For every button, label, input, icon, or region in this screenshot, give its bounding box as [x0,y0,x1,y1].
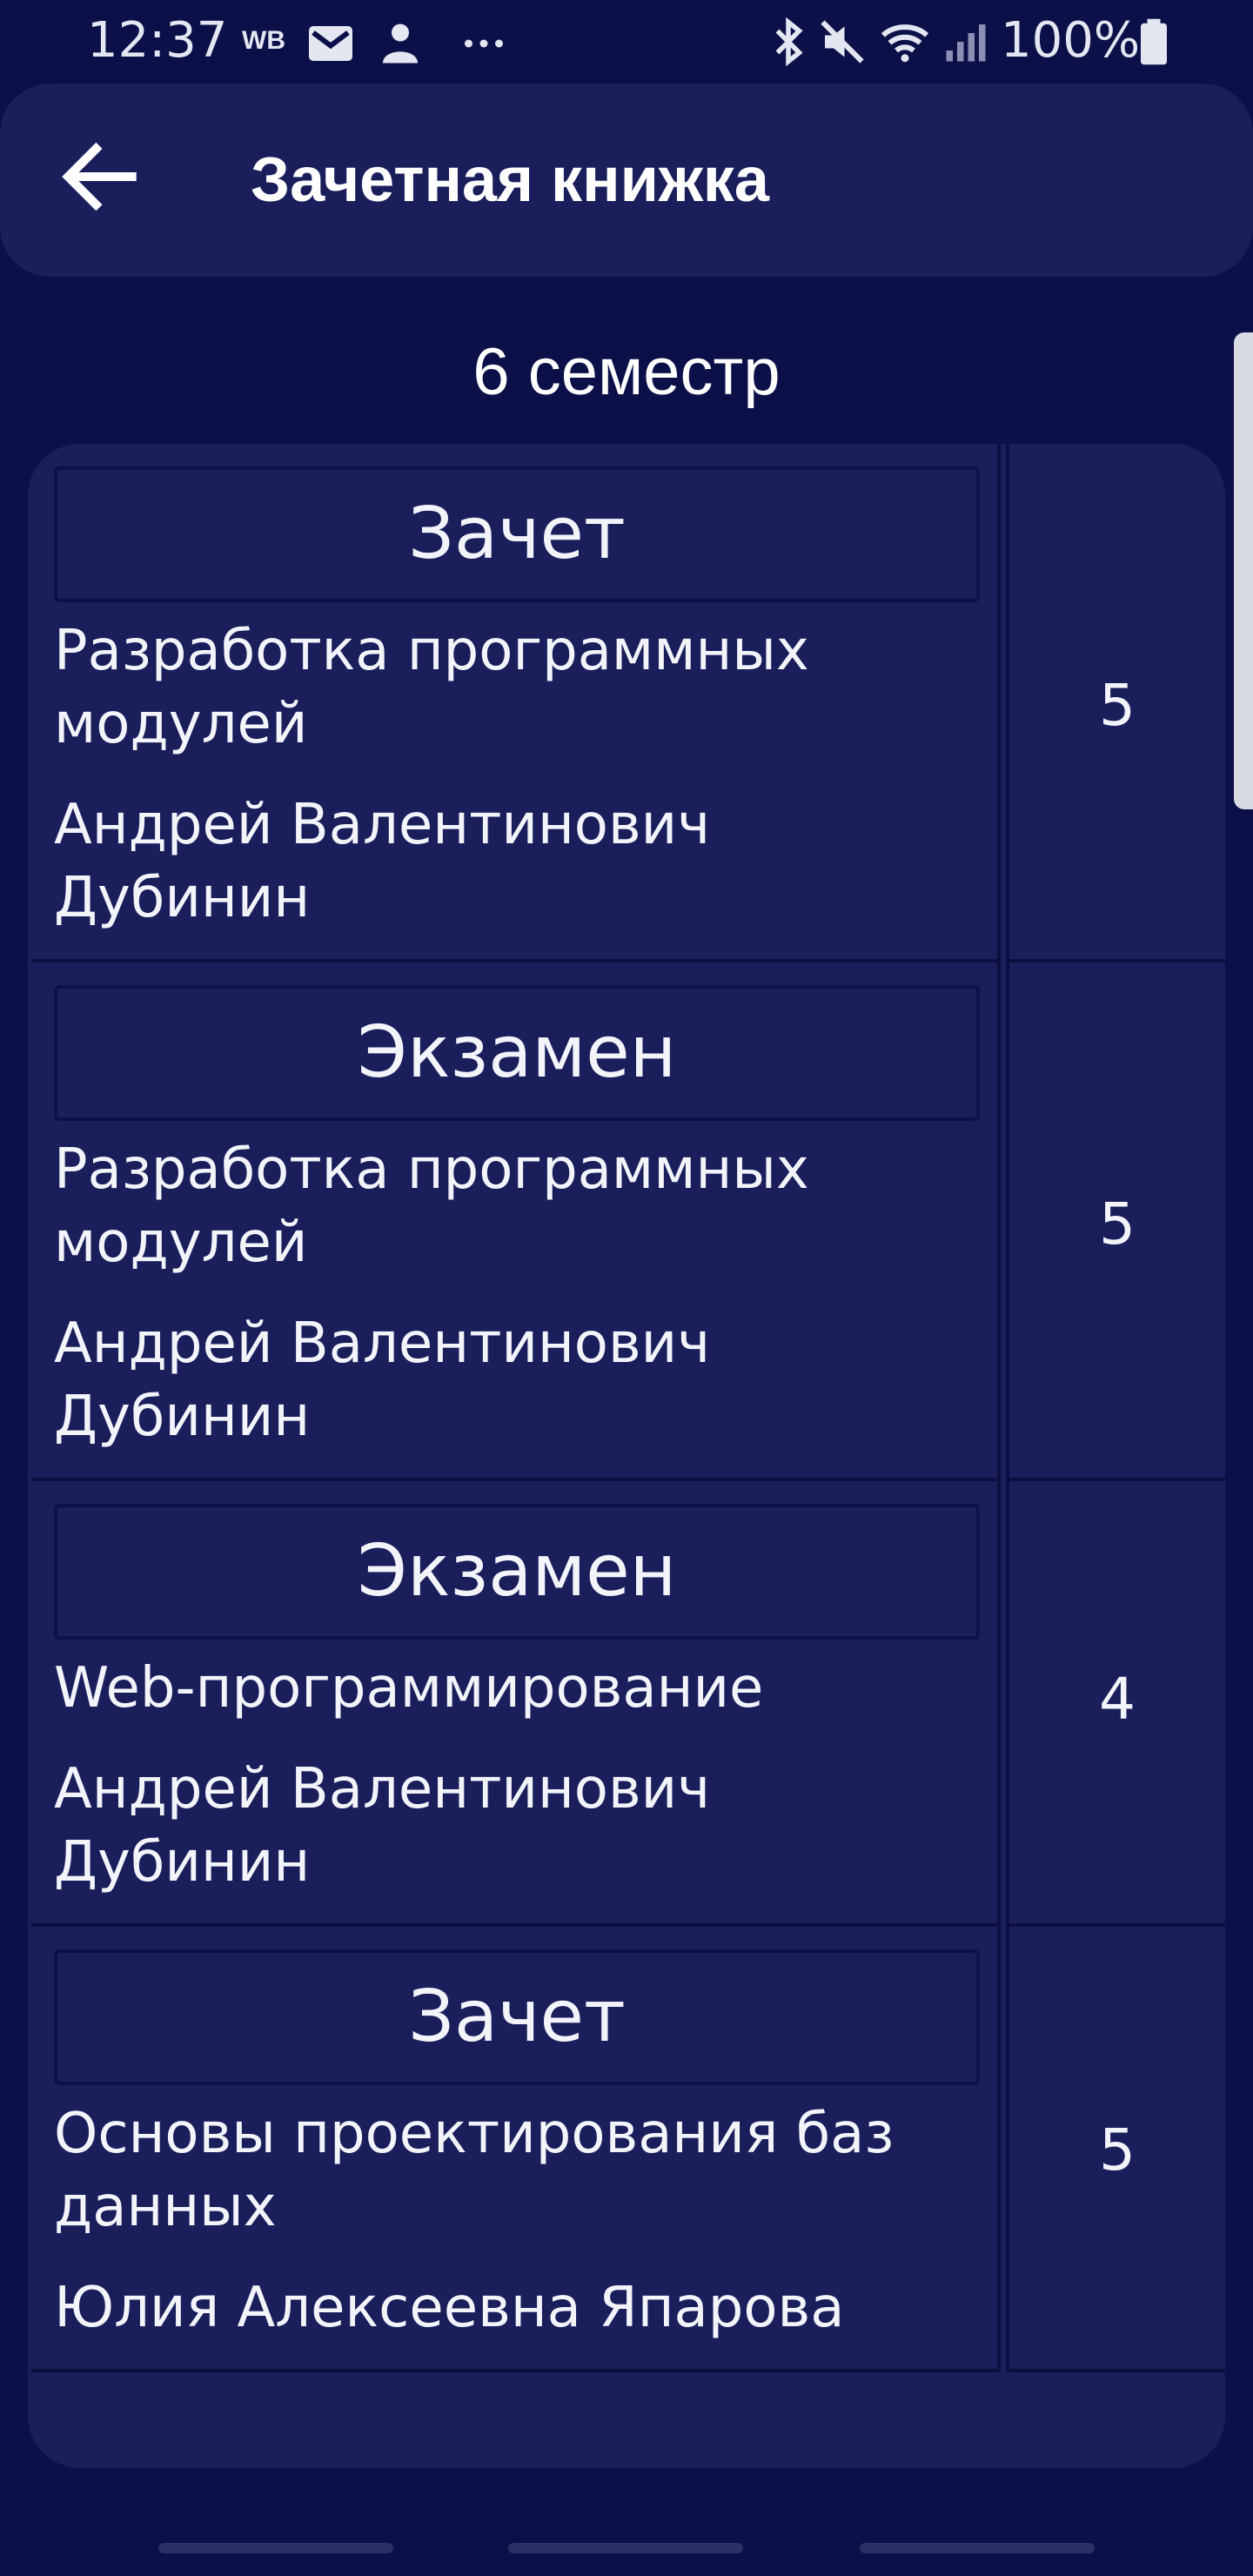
record-details: Экзамен Web-программирование Андрей Вале… [31,1481,1001,1927]
scrollbar[interactable] [1234,332,1253,809]
nav-back-button[interactable] [860,2543,1095,2553]
app-bar: Зачетная книжка [0,84,1253,277]
record-teacher: Андрей Валентинович Дубинин [54,1311,711,1449]
carrier-badge: WB [242,26,285,55]
more-dots-icon [465,39,503,48]
record-grade-cell: 5 [1006,963,1225,1481]
record-grade: 5 [1099,1191,1136,1258]
page-title: Зачетная книжка [251,145,769,215]
bluetooth-icon [775,17,803,67]
record-details: Экзамен Разработка программных модулей А… [31,963,1001,1481]
signal-icon [946,24,986,62]
record-subject: Разработка программных модулей [54,619,809,756]
semester-title: 6 семестр [472,335,781,409]
mute-icon [821,20,864,64]
record-teacher: Юлия Алексеевна Япарова [54,2276,845,2340]
mail-icon [309,26,352,61]
list-item[interactable]: Экзамен Web-программирование Андрей Вале… [31,1481,1225,1927]
record-type: Зачет [54,1949,980,2085]
list-item[interactable]: Зачет Основы проектирования баз данных Ю… [31,1927,1225,2372]
list-item[interactable]: Зачет Разработка программных модулей Анд… [31,444,1225,963]
record-type: Экзамен [54,1504,980,1640]
record-subject: Основы проектирования баз данных [54,2102,895,2239]
record-grade: 4 [1099,1666,1136,1733]
record-grade: 5 [1099,2116,1136,2184]
record-details: Зачет Разработка программных модулей Анд… [31,444,1001,963]
status-time: 12:37 [87,12,228,69]
arrow-left-icon [62,142,137,211]
record-grade: 5 [1099,672,1136,739]
record-subject: Разработка программных модулей [54,1137,809,1275]
record-grade-cell: 5 [1006,1927,1225,2372]
record-subject: Web-программирование [54,1656,764,1721]
record-teacher: Андрей Валентинович Дубинин [54,1757,711,1895]
gradebook-list: Зачет Разработка программных модулей Анд… [28,444,1225,2468]
list-item[interactable]: Экзамен Разработка программных модулей А… [31,963,1225,1481]
record-grade-cell: 5 [1006,444,1225,963]
record-teacher: Андрей Валентинович Дубинин [54,793,711,930]
status-bar: 12:37 WB 100% [0,0,1253,84]
record-type: Зачет [54,466,980,602]
record-details: Зачет Основы проектирования баз данных Ю… [31,1927,1001,2372]
record-type: Экзамен [54,985,980,1121]
wifi-icon [881,24,929,63]
nav-recent-button[interactable] [158,2543,393,2553]
back-button[interactable] [52,129,148,225]
nav-home-button[interactable] [508,2543,743,2553]
record-grade-cell: 4 [1006,1481,1225,1927]
battery-icon [1141,18,1167,65]
notification-icon [383,23,418,64]
battery-percent: 100% [1001,12,1141,69]
